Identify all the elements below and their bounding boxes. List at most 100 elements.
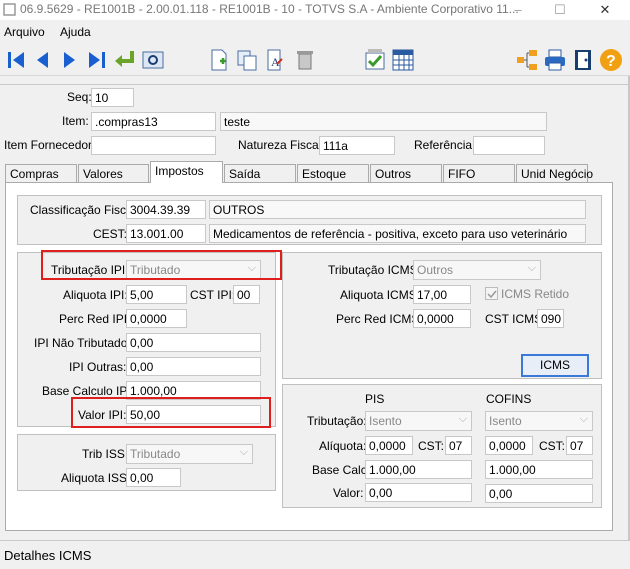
cofins-base-calc-field[interactable]: 1.000,00 xyxy=(485,460,593,479)
base-calculo-ipi-label: Base Calculo IPI: xyxy=(42,384,135,398)
aliquota-iss-label: Aliquota ISS: xyxy=(61,471,131,485)
iss-group: Trib ISS: Tributado ⌵ Aliquota ISS: 0,00 xyxy=(17,434,276,491)
pis-valor-field[interactable]: 0,00 xyxy=(365,483,472,502)
tab-estoque[interactable]: Estoque xyxy=(297,164,369,183)
tab-fifo[interactable]: FIFO xyxy=(443,164,515,183)
tab-outros[interactable]: Outros xyxy=(370,164,442,183)
cest-label: CEST: xyxy=(93,227,128,241)
cst-icms-field[interactable]: 090 xyxy=(537,309,564,328)
item-label: Item: xyxy=(62,114,89,128)
delete-record-icon[interactable] xyxy=(292,47,318,73)
cest-field[interactable]: 13.001.00 xyxy=(126,224,206,243)
class-fiscal-description: OUTROS xyxy=(209,200,586,219)
tab-impostos[interactable]: Impostos xyxy=(150,161,223,183)
cofins-tributacao-value: Isento xyxy=(489,414,522,428)
edit-record-icon[interactable]: A xyxy=(262,47,288,73)
maximize-button[interactable]: ☐ xyxy=(540,0,580,20)
calendar-icon[interactable] xyxy=(390,47,416,73)
cofins-header: COFINS xyxy=(486,392,532,406)
pis-aliquota-field[interactable]: 0,0000 xyxy=(365,436,413,455)
ipi-nao-tributado-field[interactable]: 0,00 xyxy=(126,333,261,352)
icms-retido-checkbox[interactable] xyxy=(485,287,498,300)
menu-bar: Arquivo Ajuda xyxy=(0,22,630,42)
structure-icon[interactable] xyxy=(514,47,540,73)
cofins-tributacao-select[interactable]: Isento ⌵ xyxy=(485,411,593,431)
chevron-down-icon: ⌵ xyxy=(527,262,536,274)
perc-red-ipi-label: Perc Red IPI: xyxy=(59,312,131,326)
item-code-field[interactable]: .compras13 xyxy=(91,112,216,131)
seq-field[interactable]: 10 xyxy=(91,88,134,107)
ipi-outras-label: IPI Outras: xyxy=(69,360,127,374)
tab-valores[interactable]: Valores xyxy=(78,164,149,183)
close-button[interactable]: ✕ xyxy=(585,0,625,20)
item-header-form: Seq: 10 Item: .compras13 teste Item Forn… xyxy=(0,84,628,156)
tab-compras[interactable]: Compras xyxy=(5,164,77,183)
print-icon[interactable] xyxy=(542,47,568,73)
natureza-fiscal-field[interactable]: 111a xyxy=(319,136,395,155)
cofins-aliquota-field[interactable]: 0,0000 xyxy=(485,436,533,455)
icms-button[interactable]: ICMS xyxy=(521,354,589,377)
copy-record-icon[interactable] xyxy=(234,47,260,73)
perc-red-icms-label: Perc Red ICMS: xyxy=(336,312,423,326)
cofins-cst-field[interactable]: 07 xyxy=(566,436,593,455)
trib-iss-value: Tributado xyxy=(130,447,181,461)
checkmark-icon xyxy=(487,290,497,299)
last-record-icon[interactable] xyxy=(84,47,110,73)
aliquota-iss-field[interactable]: 0,00 xyxy=(126,468,181,487)
first-record-icon[interactable] xyxy=(4,47,30,73)
new-record-icon[interactable] xyxy=(206,47,232,73)
perc-red-icms-field[interactable]: 0,0000 xyxy=(413,309,471,328)
pis-base-calc-field[interactable]: 1.000,00 xyxy=(365,460,472,479)
impostos-panel: Classificação Fiscal: 3004.39.39 OUTROS … xyxy=(5,182,613,531)
icms-retido-label: ICMS Retido xyxy=(501,287,570,301)
aliquota-ipi-label: Aliquota IPI: xyxy=(63,288,128,302)
cst-ipi-field[interactable]: 00 xyxy=(233,285,260,304)
zoom-search-icon[interactable] xyxy=(140,47,166,73)
pis-tributacao-value: Isento xyxy=(369,414,402,428)
exit-door-icon[interactable] xyxy=(570,47,596,73)
cofins-valor-field[interactable]: 0,00 xyxy=(485,484,593,503)
pis-tributacao-select[interactable]: Isento ⌵ xyxy=(365,411,472,431)
perc-red-ipi-field[interactable]: 0,0000 xyxy=(126,309,187,328)
base-calc-pis-cofins-label: Base Calc: xyxy=(312,463,371,477)
referencia-label: Referência: xyxy=(414,138,476,152)
cofins-cst-label: CST: xyxy=(539,439,566,453)
item-description-field: teste xyxy=(220,112,547,131)
aliquota-icms-field[interactable]: 17,00 xyxy=(413,285,471,304)
menu-arquivo[interactable]: Arquivo xyxy=(4,25,45,39)
item-fornecedor-field[interactable] xyxy=(91,136,216,155)
cest-description: Medicamentos de referência - positiva, e… xyxy=(209,224,586,243)
pis-cst-field[interactable]: 07 xyxy=(445,436,472,455)
valor-pis-cofins-label: Valor: xyxy=(333,486,364,500)
help-icon[interactable]: ? xyxy=(598,47,624,73)
status-bar: Detalhes ICMS xyxy=(0,540,630,569)
return-icon[interactable] xyxy=(112,47,138,73)
tributacao-ipi-highlight xyxy=(41,250,282,280)
trib-iss-select[interactable]: Tributado ⌵ xyxy=(126,444,253,464)
tab-saida[interactable]: Saída xyxy=(224,164,296,183)
minimize-button[interactable]: – xyxy=(498,0,538,20)
menu-ajuda[interactable]: Ajuda xyxy=(60,25,91,39)
ipi-outras-field[interactable]: 0,00 xyxy=(126,357,261,376)
aliquota-icms-label: Aliquota ICMS: xyxy=(340,288,421,302)
referencia-field[interactable] xyxy=(473,136,545,155)
aliquota-ipi-field[interactable]: 5,00 xyxy=(126,285,187,304)
tributacao-icms-select[interactable]: Outros ⌵ xyxy=(413,260,541,280)
chevron-down-icon: ⌵ xyxy=(458,413,467,425)
valor-ipi-highlight xyxy=(71,397,271,428)
confirm-icon[interactable] xyxy=(362,47,388,73)
next-record-icon[interactable] xyxy=(56,47,82,73)
status-text: Detalhes ICMS xyxy=(4,548,92,563)
title-bar: 06.9.5629 - RE1001B - 2.00.01.118 - RE10… xyxy=(0,0,630,20)
pis-cofins-group: PIS COFINS Tributação: Isento ⌵ Isento ⌵ A… xyxy=(282,384,602,508)
tab-unid-negocio[interactable]: Unid Negócio xyxy=(516,164,593,183)
pis-cst-label: CST: xyxy=(418,439,445,453)
tributacao-pis-cofins-label: Tributação: xyxy=(307,414,367,428)
tributacao-icms-value: Outros xyxy=(417,263,454,277)
ipi-nao-tributado-label: IPI Não Tributado: xyxy=(34,336,131,350)
class-fiscal-field[interactable]: 3004.39.39 xyxy=(126,200,206,219)
previous-record-icon[interactable] xyxy=(30,47,56,73)
class-fiscal-label: Classificação Fiscal: xyxy=(30,203,139,217)
seq-label: Seq: xyxy=(67,90,92,104)
classificacao-group: Classificação Fiscal: 3004.39.39 OUTROS … xyxy=(17,195,602,245)
